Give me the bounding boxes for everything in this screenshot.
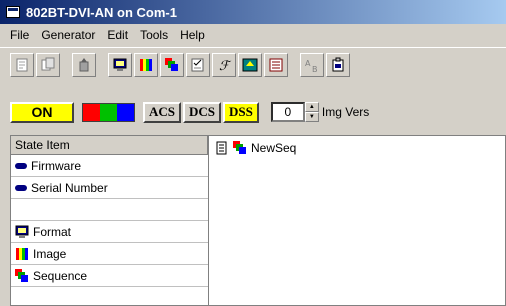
- state-item-header[interactable]: State Item: [11, 136, 208, 155]
- connector-icon: [15, 184, 27, 191]
- state-item-panel: State Item Firmware Serial Number Format: [10, 135, 209, 306]
- list-report-icon[interactable]: [264, 53, 288, 77]
- connector-icon: [15, 162, 27, 169]
- upload-icon[interactable]: [72, 53, 96, 77]
- img-vers-spinner: 0 ▲ ▼ Img Vers: [270, 102, 370, 122]
- menu-edit[interactable]: Edit: [101, 26, 134, 44]
- rgb-selector[interactable]: [82, 102, 135, 122]
- svg-text:B: B: [312, 65, 318, 73]
- spin-up-icon[interactable]: ▲: [304, 102, 319, 112]
- acs-button[interactable]: ACS: [143, 101, 182, 123]
- image-view-icon[interactable]: [238, 53, 262, 77]
- function-icon[interactable]: ℱ: [212, 53, 236, 77]
- dss-button[interactable]: DSS: [223, 101, 259, 123]
- window-title: 802BT-DVI-AN on Com-1: [26, 4, 177, 20]
- spin-arrows[interactable]: ▲ ▼: [304, 102, 319, 122]
- clipboard-icon[interactable]: [326, 53, 350, 77]
- document-icon: [215, 141, 229, 155]
- svg-text:ℱ: ℱ: [219, 59, 232, 73]
- state-row-format[interactable]: Format: [11, 221, 208, 243]
- app-icon: [6, 6, 20, 18]
- blue-channel-block[interactable]: [117, 103, 134, 121]
- sequence-tree-panel: NewSeq: [209, 135, 506, 306]
- monitor-icon: [15, 225, 29, 239]
- sequence-icon: [233, 141, 247, 155]
- menu-help[interactable]: Help: [174, 26, 211, 44]
- menu-file[interactable]: File: [4, 26, 35, 44]
- state-label: Format: [33, 224, 72, 239]
- tree-item-newseq[interactable]: NewSeq: [215, 141, 505, 155]
- app-window: 802BT-DVI-AN on Com-1 File Generator Edi…: [0, 0, 506, 306]
- output-on-button[interactable]: ON: [10, 101, 74, 123]
- color-bars-icon[interactable]: [134, 53, 158, 77]
- title-bar: 802BT-DVI-AN on Com-1: [0, 0, 506, 24]
- edit-checklist-icon[interactable]: [186, 53, 210, 77]
- dcs-button[interactable]: DCS: [183, 101, 222, 123]
- svg-text:A: A: [305, 59, 311, 68]
- replace-text-icon[interactable]: AB: [300, 53, 324, 77]
- img-vers-label: Img Vers: [321, 105, 370, 119]
- green-channel-block[interactable]: [100, 103, 117, 121]
- monitor-icon[interactable]: [108, 53, 132, 77]
- status-bar: ON ACS DCS DSS 0 ▲ ▼ Img Vers: [0, 99, 506, 125]
- copy-file-icon[interactable]: [36, 53, 60, 77]
- red-channel-block[interactable]: [83, 103, 100, 121]
- sequence-icon[interactable]: [160, 53, 184, 77]
- state-row-serial-number[interactable]: Serial Number: [11, 177, 208, 199]
- img-vers-field[interactable]: 0: [270, 102, 305, 122]
- state-label: Sequence: [33, 268, 88, 283]
- state-row-sequence[interactable]: Sequence: [11, 265, 208, 287]
- new-file-icon[interactable]: [10, 53, 34, 77]
- spin-down-icon[interactable]: ▼: [304, 112, 319, 122]
- menu-tools[interactable]: Tools: [134, 26, 174, 44]
- state-row-image[interactable]: Image: [11, 243, 208, 265]
- menu-bar: File Generator Edit Tools Help: [0, 25, 506, 45]
- color-bars-icon: [15, 247, 29, 261]
- state-row-firmware[interactable]: Firmware: [11, 155, 208, 177]
- state-label: Image: [33, 246, 67, 261]
- state-row-blank: [11, 199, 208, 221]
- state-label: Firmware: [31, 158, 81, 173]
- sequence-icon: [15, 268, 29, 283]
- state-label: Serial Number: [31, 180, 108, 195]
- tree-item-label: NewSeq: [251, 141, 297, 155]
- toolbar: ℱ AB: [0, 47, 506, 93]
- main-content: State Item Firmware Serial Number Format: [10, 135, 506, 306]
- menu-generator[interactable]: Generator: [35, 26, 101, 44]
